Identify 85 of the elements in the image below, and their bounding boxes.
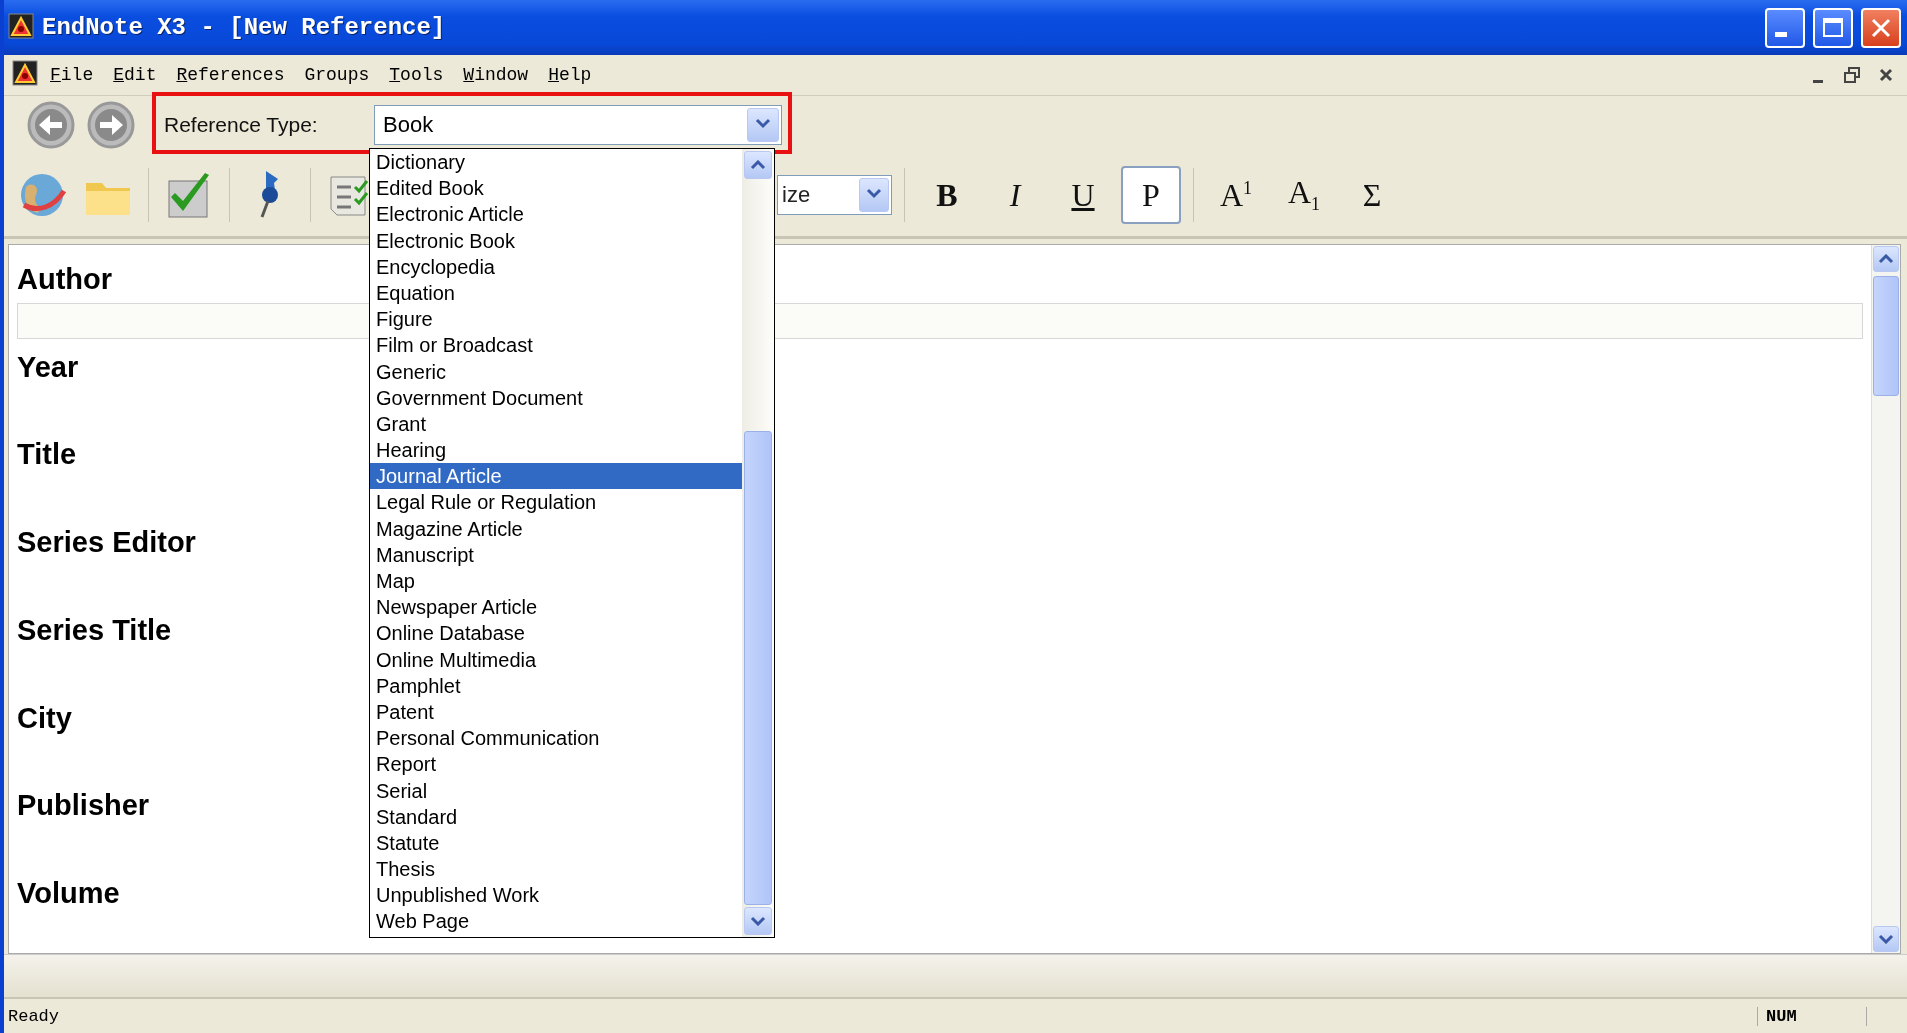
field-label: Title (17, 437, 77, 473)
scroll-up-button[interactable] (744, 151, 772, 179)
reference-type-option[interactable]: Serial (370, 777, 742, 804)
restore-icon (1843, 66, 1861, 84)
num-lock-indicator: NUM (1757, 1006, 1867, 1026)
reference-type-option[interactable]: Statute (370, 829, 742, 857)
back-button[interactable] (26, 100, 76, 150)
close-button[interactable] (1861, 7, 1901, 48)
reference-type-option[interactable]: Generic (370, 358, 742, 385)
superscript-button[interactable]: A$^{1}$ (1206, 166, 1266, 224)
dropdown-arrow-button[interactable] (859, 178, 889, 212)
minimize-button[interactable] (1765, 7, 1805, 48)
field-label: Series Editor (17, 525, 196, 561)
reference-type-option[interactable]: Unpublished Work (370, 882, 742, 909)
reference-type-option[interactable]: Government Document (370, 384, 742, 411)
reference-type-option[interactable]: Thesis (370, 856, 742, 883)
menu-item[interactable]: File (42, 63, 102, 87)
close-icon (1878, 67, 1894, 83)
scroll-down-button[interactable] (744, 907, 772, 935)
menu-item[interactable]: Window (455, 63, 537, 87)
maximize-button[interactable] (1813, 7, 1853, 48)
scroll-down-button[interactable] (1873, 926, 1899, 952)
menu-item[interactable]: Help (540, 63, 600, 87)
field-label: Series Title (17, 612, 172, 648)
dropdown-arrow-button[interactable] (747, 108, 779, 142)
italic-button[interactable]: I (985, 166, 1045, 224)
scrollbar-thumb[interactable] (1873, 276, 1899, 396)
symbol-button[interactable]: Σ (1342, 166, 1402, 224)
reference-type-option[interactable]: Film or Broadcast (370, 332, 742, 359)
scroll-down-icon (750, 915, 766, 926)
menu-item[interactable]: Edit (105, 63, 165, 87)
menu-item[interactable]: Tools (381, 63, 452, 87)
reference-type-option[interactable]: Dictionary (370, 149, 742, 176)
field-label: Volume (17, 875, 120, 911)
reference-type-label: Reference Type: (164, 113, 319, 137)
reference-type-option[interactable]: Map (370, 568, 742, 595)
reference-type-option[interactable]: Online Multimedia (370, 646, 742, 673)
maximize-icon (1821, 15, 1845, 40)
reference-type-option[interactable]: Figure (370, 306, 742, 333)
reference-type-option[interactable]: Web Page (370, 908, 742, 935)
reference-type-option[interactable]: Standard (370, 803, 742, 830)
back-icon (26, 100, 76, 150)
scrollbar-thumb[interactable] (744, 431, 772, 905)
field-label: Publisher (17, 788, 150, 824)
reference-type-option[interactable]: Edited Book (370, 175, 742, 202)
forward-button[interactable] (86, 100, 136, 150)
reference-type-option[interactable]: Magazine Article (370, 515, 742, 542)
field-label: City (17, 700, 72, 736)
field-label: Author (17, 261, 113, 297)
bold-button[interactable]: B (917, 166, 977, 224)
app-logo-icon (12, 60, 38, 86)
scroll-down-icon (1878, 933, 1894, 944)
reference-type-option[interactable]: Electronic Book (370, 227, 742, 254)
reference-type-dropdown[interactable]: Book (374, 105, 782, 145)
app-logo-icon (8, 12, 34, 39)
reference-type-option[interactable]: Pamphlet (370, 672, 742, 699)
status-text: Ready (7, 1006, 60, 1026)
plain-button[interactable]: P (1121, 166, 1181, 224)
reference-type-option[interactable]: Encyclopedia (370, 253, 742, 280)
menu-item[interactable]: Groups (296, 63, 378, 87)
size-dropdown[interactable]: ize (777, 175, 892, 215)
scroll-up-icon (1878, 253, 1894, 264)
reference-type-option[interactable]: Newspaper Article (370, 594, 742, 621)
subscript-button[interactable]: A$_{1}$ (1274, 166, 1334, 224)
reference-type-option[interactable]: Personal Communication (370, 725, 742, 752)
pushpin-icon (260, 168, 280, 219)
reference-type-option[interactable]: Equation (370, 279, 742, 307)
reference-type-option[interactable]: Report (370, 751, 742, 778)
reference-type-option[interactable]: Journal Article (370, 463, 742, 490)
underline-button[interactable]: U (1053, 166, 1113, 224)
reference-type-option[interactable]: Grant (370, 410, 742, 438)
field-label: Year (17, 349, 79, 385)
forward-icon (86, 100, 136, 150)
menu-item[interactable]: References (168, 63, 293, 87)
reference-type-option[interactable]: Patent (370, 698, 742, 726)
reference-type-option[interactable]: Legal Rule or Regulation (370, 489, 742, 516)
window-title: EndNote X3 - [New Reference] (42, 14, 447, 41)
reference-type-option[interactable]: Online Database (370, 620, 742, 647)
minimize-icon (1775, 32, 1787, 37)
minimize-icon (1813, 79, 1823, 83)
reference-type-option[interactable]: Electronic Article (370, 201, 742, 228)
scroll-up-icon (750, 159, 766, 170)
reference-type-option[interactable]: Hearing (370, 437, 742, 464)
scroll-up-button[interactable] (1873, 246, 1899, 272)
reference-type-option[interactable]: Manuscript (370, 541, 742, 568)
